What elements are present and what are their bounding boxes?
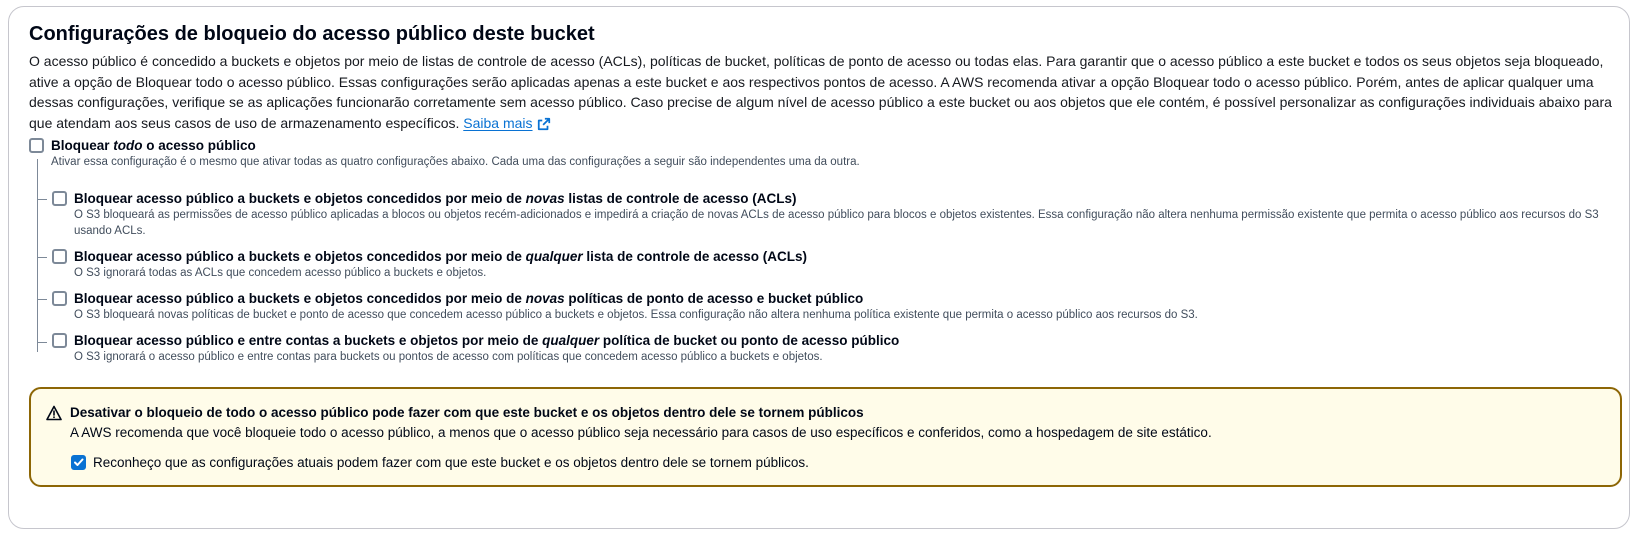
block-public-access-panel: Configurações de bloqueio do acesso públ… [8, 6, 1630, 529]
learn-more-link[interactable]: Saiba mais [463, 115, 550, 131]
warning-alert: Desativar o bloqueio de todo o acesso pú… [29, 387, 1622, 487]
block-all-label-post: o acesso público [142, 138, 256, 153]
acknowledge-label[interactable]: Reconheço que as configurações atuais po… [93, 455, 809, 470]
option-label-post: lista de controle de acesso (ACLs) [582, 249, 807, 264]
block-new-acls-description: O S3 bloqueará as permissões de acesso p… [74, 209, 1599, 237]
option-label-em: novas [525, 291, 565, 306]
section-description-text: O acesso público é concedido a buckets e… [29, 53, 1612, 131]
section-title: Configurações de bloqueio do acesso públ… [29, 23, 595, 45]
warning-text: A AWS recomenda que você bloqueie todo o… [70, 425, 1212, 440]
option-label-pre: Bloquear acesso público a buckets e obje… [74, 291, 526, 306]
option-label-pre: Bloquear acesso público a buckets e obje… [74, 191, 526, 206]
option-label-em: qualquer [525, 249, 583, 264]
block-any-policies-checkbox[interactable] [52, 333, 67, 348]
block-any-policies-label[interactable]: Bloquear acesso público e entre contas a… [74, 333, 899, 348]
block-new-policies-checkbox[interactable] [52, 291, 67, 306]
option-label-em: qualquer [542, 333, 600, 348]
block-any-acls-description: O S3 ignorará todas as ACLs que concedem… [74, 267, 487, 279]
block-new-policies-label[interactable]: Bloquear acesso público a buckets e obje… [74, 291, 863, 306]
tree-line [37, 159, 38, 352]
block-all-label-em: todo [113, 138, 143, 153]
block-any-acls-label[interactable]: Bloquear acesso público a buckets e obje… [74, 249, 807, 264]
option-label-pre: Bloquear acesso público e entre contas a… [74, 333, 543, 348]
block-any-policies-description: O S3 ignorará o acesso público e entre c… [74, 351, 823, 363]
option-label-post: listas de controle de acesso (ACLs) [564, 191, 797, 206]
block-all-label-pre: Bloquear [51, 138, 114, 153]
block-new-acls-label[interactable]: Bloquear acesso público a buckets e obje… [74, 191, 796, 206]
block-any-acls-checkbox[interactable] [52, 249, 67, 264]
block-new-policies-description: O S3 bloqueará novas políticas de bucket… [74, 309, 1198, 321]
tree-branch [37, 342, 47, 343]
tree-branch [37, 257, 47, 258]
learn-more-label: Saiba mais [463, 114, 533, 131]
block-all-label[interactable]: Bloquear todo o acesso público [51, 138, 256, 153]
block-new-acls-checkbox[interactable] [52, 191, 67, 206]
option-label-post: política de bucket ou ponto de acesso pú… [599, 333, 900, 348]
warning-title: Desativar o bloqueio de todo o acesso pú… [70, 405, 864, 420]
external-link-icon [537, 117, 550, 130]
checkmark-icon [74, 458, 84, 466]
option-label-post: políticas de ponto de acesso e bucket pú… [564, 291, 864, 306]
acknowledge-checkbox[interactable] [71, 455, 86, 470]
section-description: O acesso público é concedido a buckets e… [29, 51, 1619, 133]
option-label-pre: Bloquear acesso público a buckets e obje… [74, 249, 526, 264]
block-all-description: Ativar essa configuração é o mesmo que a… [51, 156, 860, 168]
option-label-em: novas [525, 191, 565, 206]
tree-branch [37, 299, 47, 300]
tree-branch [37, 199, 47, 200]
block-all-checkbox[interactable] [29, 138, 44, 153]
warning-icon [46, 405, 62, 421]
